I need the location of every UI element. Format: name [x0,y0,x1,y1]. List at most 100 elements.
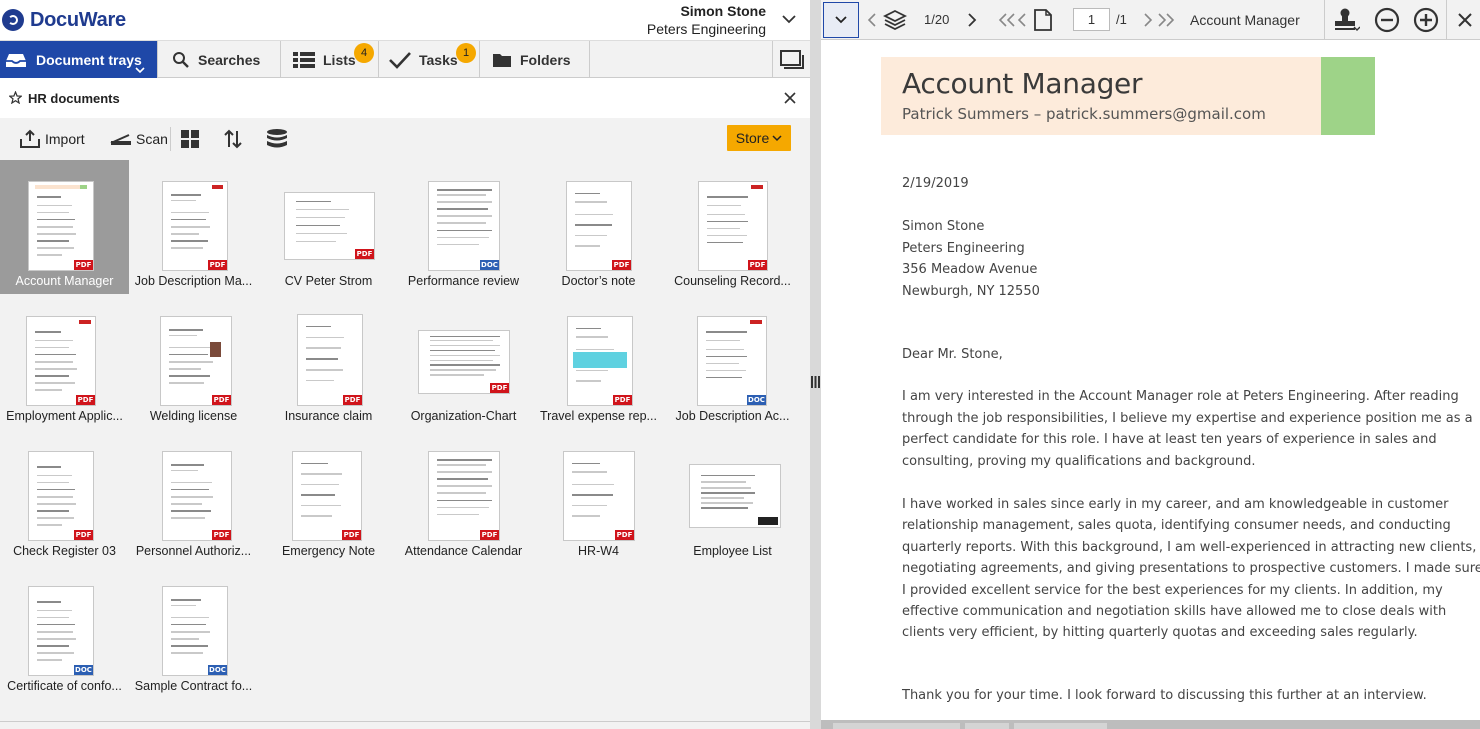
database-button[interactable] [266,126,292,152]
document-item[interactable]: PDF Employment Applic... [0,295,129,429]
chevron-down-icon[interactable] [780,10,798,28]
tab-tasks[interactable]: Tasks 1 [379,41,480,78]
thumbnail-text-line [429,369,497,371]
thumbnail-text-line [295,240,336,243]
thumbnail-text-line [572,494,613,496]
thumbnail-logo [78,319,91,325]
pane-splitter[interactable] [810,0,821,729]
thumbnail-text-line [575,369,608,372]
scan-button[interactable]: Scan [110,126,168,152]
document-item[interactable]: PDF Doctor’s note [534,160,663,294]
document-item[interactable]: PDF Personnel Authoriz... [129,430,258,564]
tab-document-trays[interactable]: Document trays [0,41,158,78]
grid-view-icon [181,130,199,148]
zoom-out-button[interactable] [1372,5,1402,35]
user-info[interactable]: Simon Stone Peters Engineering [647,3,766,37]
chevron-right-icon[interactable] [967,13,977,27]
layers-icon[interactable] [883,8,907,32]
window-toggle-button[interactable] [772,41,810,78]
document-item[interactable]: PDF Attendance Calendar [399,430,528,564]
file-type-badge: PDF [76,395,95,405]
drag-handle-icon[interactable] [811,376,820,388]
tab-lists[interactable]: Lists 4 [281,41,379,78]
thumbnail-text-line [35,339,73,342]
document-thumbnail: DOC [28,586,94,676]
previous-page-icon[interactable] [1017,13,1027,27]
chevron-down-icon [835,16,847,24]
thumbnail-text-line [170,652,203,654]
tab-searches[interactable]: Searches [158,41,281,78]
document-item[interactable]: DOC Certificate of confo... [0,565,129,699]
thumbnail-text-line [706,339,741,342]
page-number-input[interactable]: 1 [1073,8,1110,31]
thumbnail-text-line [36,226,73,228]
last-page-icon[interactable] [1157,13,1175,27]
document-item[interactable]: PDF CV Peter Strom [264,160,393,294]
import-button[interactable]: Import [19,126,85,152]
star-icon[interactable] [9,91,22,104]
scan-label: Scan [136,131,168,147]
document-thumbnail: PDF [563,451,635,541]
document-item[interactable]: PDF Job Description Ma... [129,160,258,294]
document-item[interactable]: PDF Account Manager [0,160,129,294]
thumbnail-text-line [574,213,614,216]
thumbnail-text-line [700,492,755,494]
document-item[interactable]: DOC Sample Contract fo... [129,565,258,699]
thumbnail-text-line [35,389,63,391]
thumbnail-text-line [437,506,490,509]
user-name: Simon Stone [680,3,766,19]
document-item[interactable]: Employee List [668,430,797,564]
document-item[interactable]: PDF Welding license [129,295,258,429]
left-pane-footer [0,721,810,729]
document-thumbnail: DOC [162,586,228,676]
thumbnail-text-line [305,358,338,360]
document-item[interactable]: PDF Emergency Note [264,430,393,564]
thumbnail-text-line [36,196,61,198]
letter-subheading: Patrick Summers – patrick.summers@gmail.… [902,105,1266,123]
letter-line: relationship management, sales quota, id… [902,518,1451,534]
thumbnail-text-line [572,483,615,486]
first-page-icon[interactable] [998,13,1016,27]
thumbnail-text-line [706,348,745,351]
document-item[interactable]: PDF Travel expense rep... [534,295,663,429]
file-type-badge: PDF [212,530,231,540]
scanner-icon [110,134,131,145]
store-button[interactable]: Store [727,125,791,151]
thumbnail-text-line [574,192,601,195]
stamp-icon [1335,8,1360,31]
sort-button[interactable] [223,126,247,152]
view-mode-button[interactable] [180,126,204,152]
thumbnail-text-line [700,502,753,504]
thumbnail-text-line [170,211,210,214]
document-item[interactable]: PDF Counseling Record... [668,160,797,294]
zoom-in-button[interactable] [1411,5,1441,35]
chevron-left-icon[interactable] [867,13,877,27]
tab-folders[interactable]: Folders [480,41,590,78]
next-page-icon[interactable] [1143,13,1153,27]
docuware-logo[interactable]: DocuWare [0,6,126,34]
letter-line: Newburgh, NY 12550 [902,283,1040,299]
close-viewer-button[interactable] [1452,7,1478,33]
thumbnail-text-line [36,601,61,603]
document-item[interactable]: PDF Check Register 03 [0,430,129,564]
thumbnail-text-line [36,510,69,512]
document-item[interactable]: DOC Job Description Ac... [668,295,797,429]
letter-line: Thank you for your time. I look forward … [902,688,1427,703]
document-item[interactable]: PDF HR-W4 [534,430,663,564]
stamp-button[interactable] [1328,4,1364,36]
thumbnail-text-line [35,382,75,384]
viewer-menu-button[interactable] [823,2,859,38]
tasks-count-badge: 1 [456,43,476,63]
close-icon[interactable] [784,92,796,104]
document-item[interactable]: DOC Performance review [399,160,528,294]
viewer-scrollbar[interactable] [821,720,1480,729]
thumbnail-text-line [35,346,70,349]
thumbnail-text-line [575,327,602,330]
document-item[interactable]: PDF Insurance claim [264,295,393,429]
tray-toolbar: Import Scan [0,118,810,160]
document-label: Check Register 03 [13,544,116,558]
chevron-down-icon[interactable] [135,66,145,74]
thumbnail-text-line [707,234,747,237]
thumbnail-header [80,184,87,190]
document-item[interactable]: PDF Organization-Chart [399,295,528,429]
